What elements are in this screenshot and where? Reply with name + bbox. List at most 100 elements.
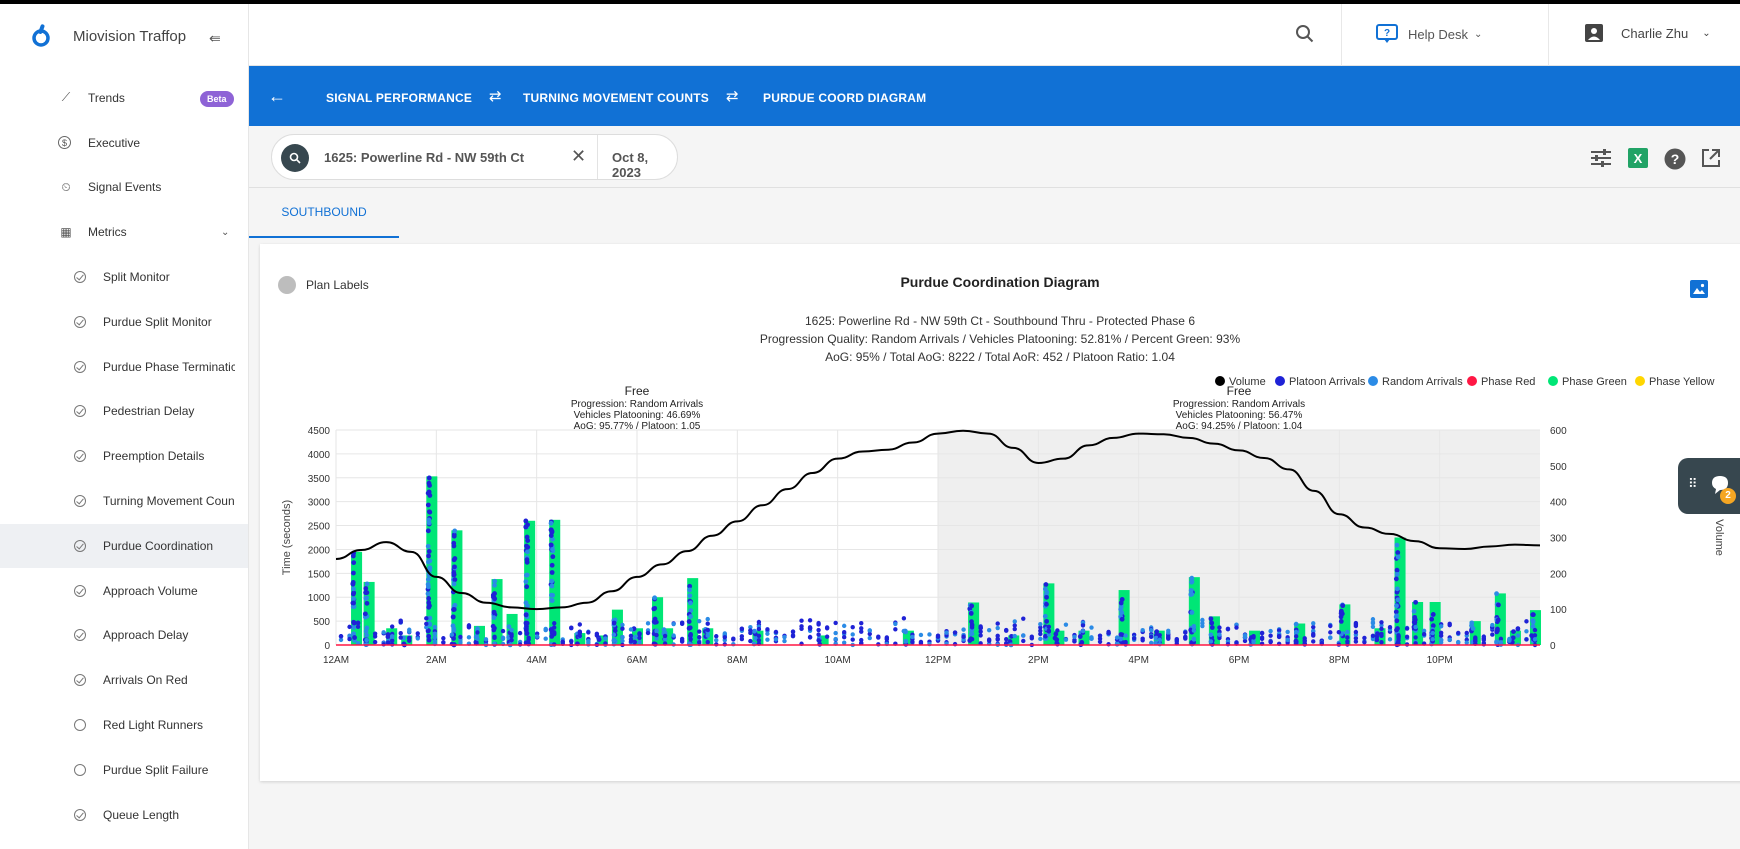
y2-tick-label: 400 <box>1550 498 1567 509</box>
arrival-point <box>586 640 591 645</box>
arrival-point <box>765 637 770 642</box>
clear-location-icon[interactable]: ✕ <box>571 146 586 167</box>
divider <box>1341 4 1342 66</box>
y-tick-label: 4000 <box>308 450 331 461</box>
sidebar-item-label: Turning Movement Coun <box>103 494 235 508</box>
arrival-point <box>1413 599 1419 605</box>
user-menu[interactable]: Charlie Zhu ⌄ <box>1585 24 1711 42</box>
arrival-point <box>876 634 881 639</box>
arrival-point <box>1077 634 1083 639</box>
arrival-point <box>688 600 693 606</box>
arrival-point <box>611 638 617 643</box>
legend-item[interactable]: Phase Yellow <box>1649 376 1714 388</box>
arrival-point <box>1530 612 1536 618</box>
arrival-point <box>407 635 412 641</box>
arrival-point <box>952 630 958 635</box>
breadcrumb-turning-movement-counts[interactable]: TURNING MOVEMENT COUNTS <box>523 91 709 105</box>
arrival-point <box>1345 629 1350 635</box>
chat-widget[interactable]: ⠿ 2 <box>1678 458 1740 514</box>
location-date-filter: 1625: Powerline Rd - NW 59th Ct ✕ Oct 8,… <box>271 134 678 180</box>
sidebar-item-purdue-phase-terminatic[interactable]: Purdue Phase Terminatic <box>0 345 248 389</box>
sidebar-item-approach-delay[interactable]: Approach Delay <box>0 613 248 657</box>
sidebar-item-metrics[interactable]: ▦ Metrics ⌄ <box>0 210 248 254</box>
arrival-point <box>1302 636 1307 641</box>
search-button[interactable] <box>281 144 309 172</box>
breadcrumb-purdue-coord-diagram[interactable]: PURDUE COORD DIAGRAM <box>763 91 926 105</box>
sidebar-item-executive[interactable]: $ Executive <box>0 121 248 165</box>
tab-southbound[interactable]: SOUTHBOUND <box>249 188 399 238</box>
arrival-point <box>1311 633 1316 638</box>
arrival-point <box>1208 632 1214 637</box>
arrival-point <box>534 634 540 639</box>
arrival-point <box>398 635 403 640</box>
arrival-point <box>1012 623 1017 628</box>
sidebar-item-pedestrian-delay[interactable]: Pedestrian Delay <box>0 389 248 433</box>
legend-item[interactable]: Phase Red <box>1481 376 1535 388</box>
sidebar-item-trends[interactable]: ⟋ Trends Beta <box>0 76 248 120</box>
breadcrumb-signal-performance[interactable]: SIGNAL PERFORMANCE <box>326 91 472 105</box>
legend-item[interactable]: Volume <box>1229 376 1266 388</box>
arrival-point <box>961 634 966 639</box>
arrival-point <box>752 628 757 634</box>
arrival-point <box>969 623 975 628</box>
sidebar-item-red-light-runners[interactable]: Red Light Runners <box>0 703 248 747</box>
help-icon[interactable]: ? <box>1664 148 1686 170</box>
arrival-point <box>1149 627 1154 633</box>
search-icon <box>289 152 301 164</box>
legend-item[interactable]: Random Arrivals <box>1382 376 1463 388</box>
sidebar-item-approach-volume[interactable]: Approach Volume <box>0 569 248 613</box>
arrival-point <box>500 635 506 640</box>
location-field[interactable]: 1625: Powerline Rd - NW 59th Ct <box>324 150 524 165</box>
arrival-point <box>549 583 555 589</box>
arrival-point <box>1515 626 1521 631</box>
arrival-point <box>1490 632 1495 637</box>
x-tick-label: 4AM <box>526 655 547 666</box>
arrival-point <box>1515 633 1521 638</box>
arrival-point <box>628 633 634 639</box>
check-circle-icon <box>72 269 88 285</box>
open-external-icon[interactable] <box>1701 148 1721 168</box>
arrival-point <box>426 553 431 559</box>
sidebar-item-turning-movement-coun[interactable]: Turning Movement Coun <box>0 479 248 523</box>
collapse-sidebar-icon[interactable]: ⇚ <box>209 30 221 47</box>
arrival-point <box>807 635 813 640</box>
arrival-point <box>449 632 455 637</box>
sidebar-item-split-monitor[interactable]: Split Monitor <box>0 255 248 299</box>
arrival-point <box>1496 602 1501 608</box>
legend-item[interactable]: Phase Green <box>1562 376 1627 388</box>
search-icon[interactable] <box>1295 24 1315 44</box>
back-arrow-icon[interactable]: ← <box>268 86 286 107</box>
sidebar-item-signal-events[interactable]: ⏲ Signal Events <box>0 165 248 209</box>
drag-handle-icon[interactable]: ⠿ <box>1688 476 1698 492</box>
arrival-point <box>782 634 787 640</box>
sidebar-item-queue-length[interactable]: Queue Length <box>0 793 248 837</box>
sidebar-item-purdue-coordination[interactable]: Purdue Coordination <box>0 523 248 568</box>
sidebar-item-purdue-split-failure[interactable]: Purdue Split Failure <box>0 748 248 792</box>
arrival-point <box>1072 634 1077 639</box>
arrival-point <box>850 632 855 637</box>
arrival-point <box>1042 613 1048 619</box>
sidebar-item-preemption-details[interactable]: Preemption Details <box>0 434 248 478</box>
arrival-point <box>687 593 693 599</box>
check-circle-icon <box>72 493 88 509</box>
legend-item[interactable]: Platoon Arrivals <box>1289 376 1366 388</box>
notification-badge: 2 <box>1720 488 1736 504</box>
arrival-point <box>841 630 847 635</box>
chart-card: Plan Labels Purdue Coordination Diagram … <box>260 244 1740 781</box>
sidebar-item-label: Metrics <box>88 225 127 240</box>
settings-sliders-icon[interactable] <box>1590 148 1612 168</box>
arrival-point <box>1189 591 1195 597</box>
date-field[interactable]: Oct 8, 2023 <box>612 150 677 180</box>
arrival-point <box>425 543 431 549</box>
arrival-point <box>450 614 456 620</box>
arrival-point <box>350 581 356 587</box>
arrival-point <box>773 629 779 635</box>
arrival-point <box>1464 640 1469 645</box>
arrival-point <box>509 627 514 633</box>
sidebar-item-purdue-split-monitor[interactable]: Purdue Split Monitor <box>0 300 248 344</box>
arrival-point <box>645 630 651 636</box>
sidebar-item-arrivals-on-red[interactable]: Arrivals On Red <box>0 658 248 702</box>
help-desk-menu[interactable]: ? Help Desk ⌄ <box>1376 24 1482 44</box>
excel-export-icon[interactable]: X <box>1628 148 1648 168</box>
executive-icon: $ <box>58 136 71 150</box>
